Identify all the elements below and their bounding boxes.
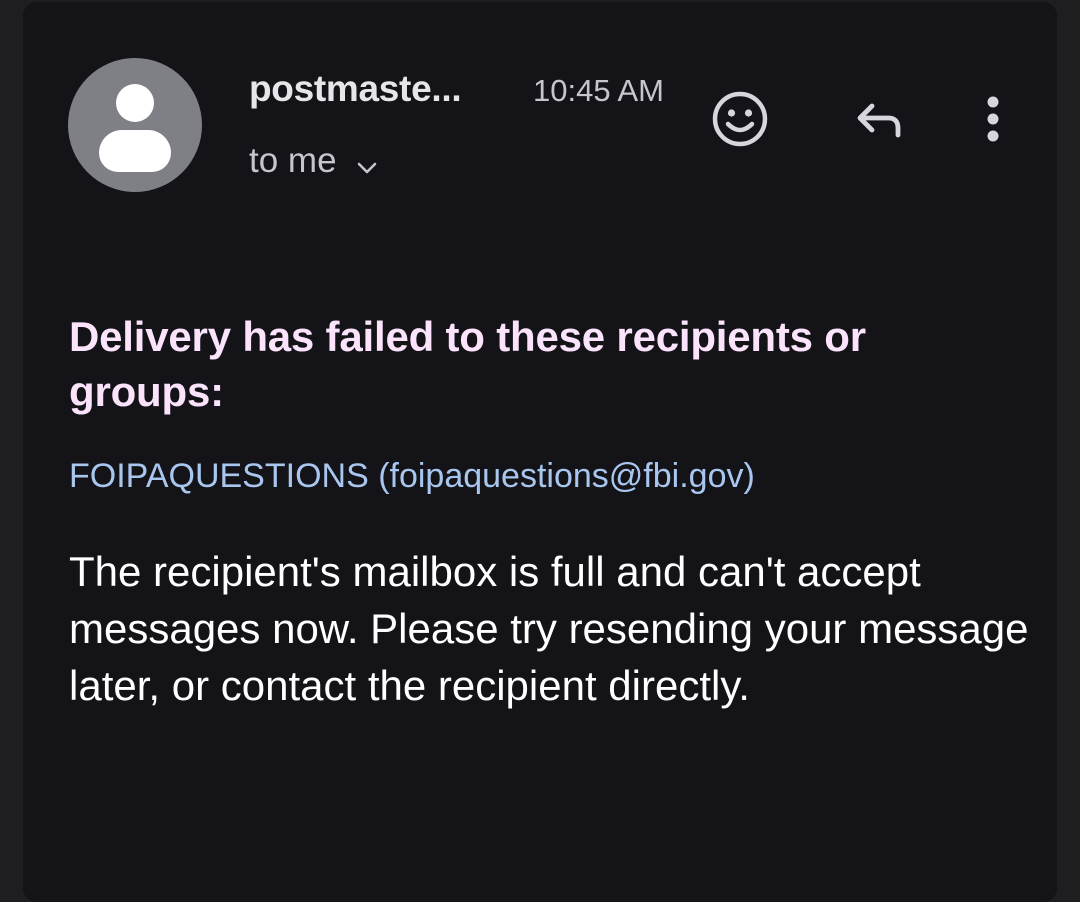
add-reaction-button[interactable] <box>705 84 775 154</box>
recipient-line: to me <box>249 141 337 180</box>
avatar-body-icon <box>99 130 171 172</box>
email-time: 10:45 AM <box>533 73 664 108</box>
chevron-down-icon <box>355 149 379 174</box>
more-options-button[interactable] <box>958 82 1028 152</box>
failed-recipient-link[interactable]: FOIPAQUESTIONS (foipaquestions@fbi.gov) <box>69 457 755 496</box>
sender-name[interactable]: postmaste... <box>249 68 462 110</box>
reply-button[interactable] <box>843 84 913 154</box>
email-card: postmaste... 10:45 AM to me Delivery has… <box>23 2 1057 902</box>
delivery-failure-heading: Delivery has failed to these recipients … <box>69 313 866 415</box>
reply-icon <box>857 103 901 138</box>
sender-avatar[interactable] <box>68 58 202 192</box>
emoji-smile-icon <box>712 91 768 147</box>
more-vertical-icon <box>987 96 999 142</box>
avatar-head-icon <box>116 84 154 122</box>
failure-message: The recipient's mailbox is full and can'… <box>69 548 1029 709</box>
recipient-details-toggle[interactable]: to me <box>249 141 379 181</box>
